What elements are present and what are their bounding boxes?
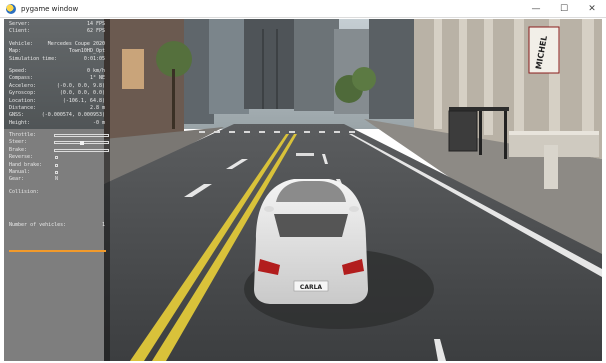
left-billboard — [122, 49, 144, 89]
hud-reverse: Reverse: — [7, 154, 107, 161]
close-button[interactable]: ✕ — [578, 0, 606, 18]
maximize-button[interactable]: ☐ — [550, 0, 578, 18]
michel-banner: MICHEL — [528, 26, 560, 74]
hand-brake-checkbox — [55, 163, 58, 167]
hud-height: Height: -0 m — [9, 119, 105, 126]
throttle-bar — [54, 134, 109, 138]
manual-checkbox — [55, 171, 58, 175]
hud-compass: Compass: 1° NE — [9, 75, 105, 82]
hud-hand-brake: Hand brake: — [7, 162, 107, 169]
hud-gear: Gear: N — [9, 176, 59, 183]
hud-gnss: GNSS: (-0.000574, 0.000953) — [9, 112, 105, 119]
hud-server: Server: 14 FPS — [9, 21, 105, 27]
window-titlebar: pygame window — ☐ ✕ — [0, 0, 606, 18]
hud-accelero: Accelero: (-0.0, 0.0, 9.8) — [9, 82, 105, 89]
hud-client: Client: 62 FPS — [9, 28, 105, 35]
steer-marker — [79, 141, 84, 146]
hud-sim-time: Simulation time: 0:01:05 — [9, 55, 105, 62]
hud-map: Map: Town10HD_Opt — [9, 48, 105, 55]
collision-graph-line — [9, 250, 106, 252]
player-car: CARLA — [254, 179, 368, 304]
hud-collision: Collision: — [9, 188, 40, 195]
hud-num-vehicles: Number of vehicles: 1 — [9, 222, 105, 229]
bollard — [544, 145, 558, 189]
hud-manual: Manual: — [7, 169, 107, 176]
background-buildings — [154, 19, 414, 124]
window-title: pygame window — [21, 4, 79, 13]
hud-vehicle: Vehicle: Mercedes Coupe 2020 — [9, 40, 105, 47]
reverse-checkbox — [55, 156, 58, 160]
hud-steer: Steer: — [7, 139, 109, 146]
minimize-button[interactable]: — — [522, 0, 550, 18]
road-marker — [296, 153, 314, 156]
license-plate-text: CARLA — [300, 284, 322, 291]
hud-location: Location: (-106.1, 64.8) — [9, 97, 105, 104]
hud-brake: Brake: — [7, 147, 109, 154]
steer-bar — [54, 141, 109, 146]
hud-distance: Distance: 2.8 m — [9, 104, 105, 111]
pygame-icon — [6, 3, 16, 14]
hud-throttle: Throttle: — [7, 132, 109, 139]
window-controls: — ☐ ✕ — [522, 0, 606, 18]
hud-panel: Server: 14 FPS Client: 62 FPS Vehicle: Merc… — [4, 19, 110, 361]
hud-gyroscop: Gyroscop: (0.0, 0.0, 0.0) — [9, 90, 105, 97]
brake-bar — [54, 148, 109, 152]
hud-speed: Speed: 0 km/h — [9, 67, 105, 74]
